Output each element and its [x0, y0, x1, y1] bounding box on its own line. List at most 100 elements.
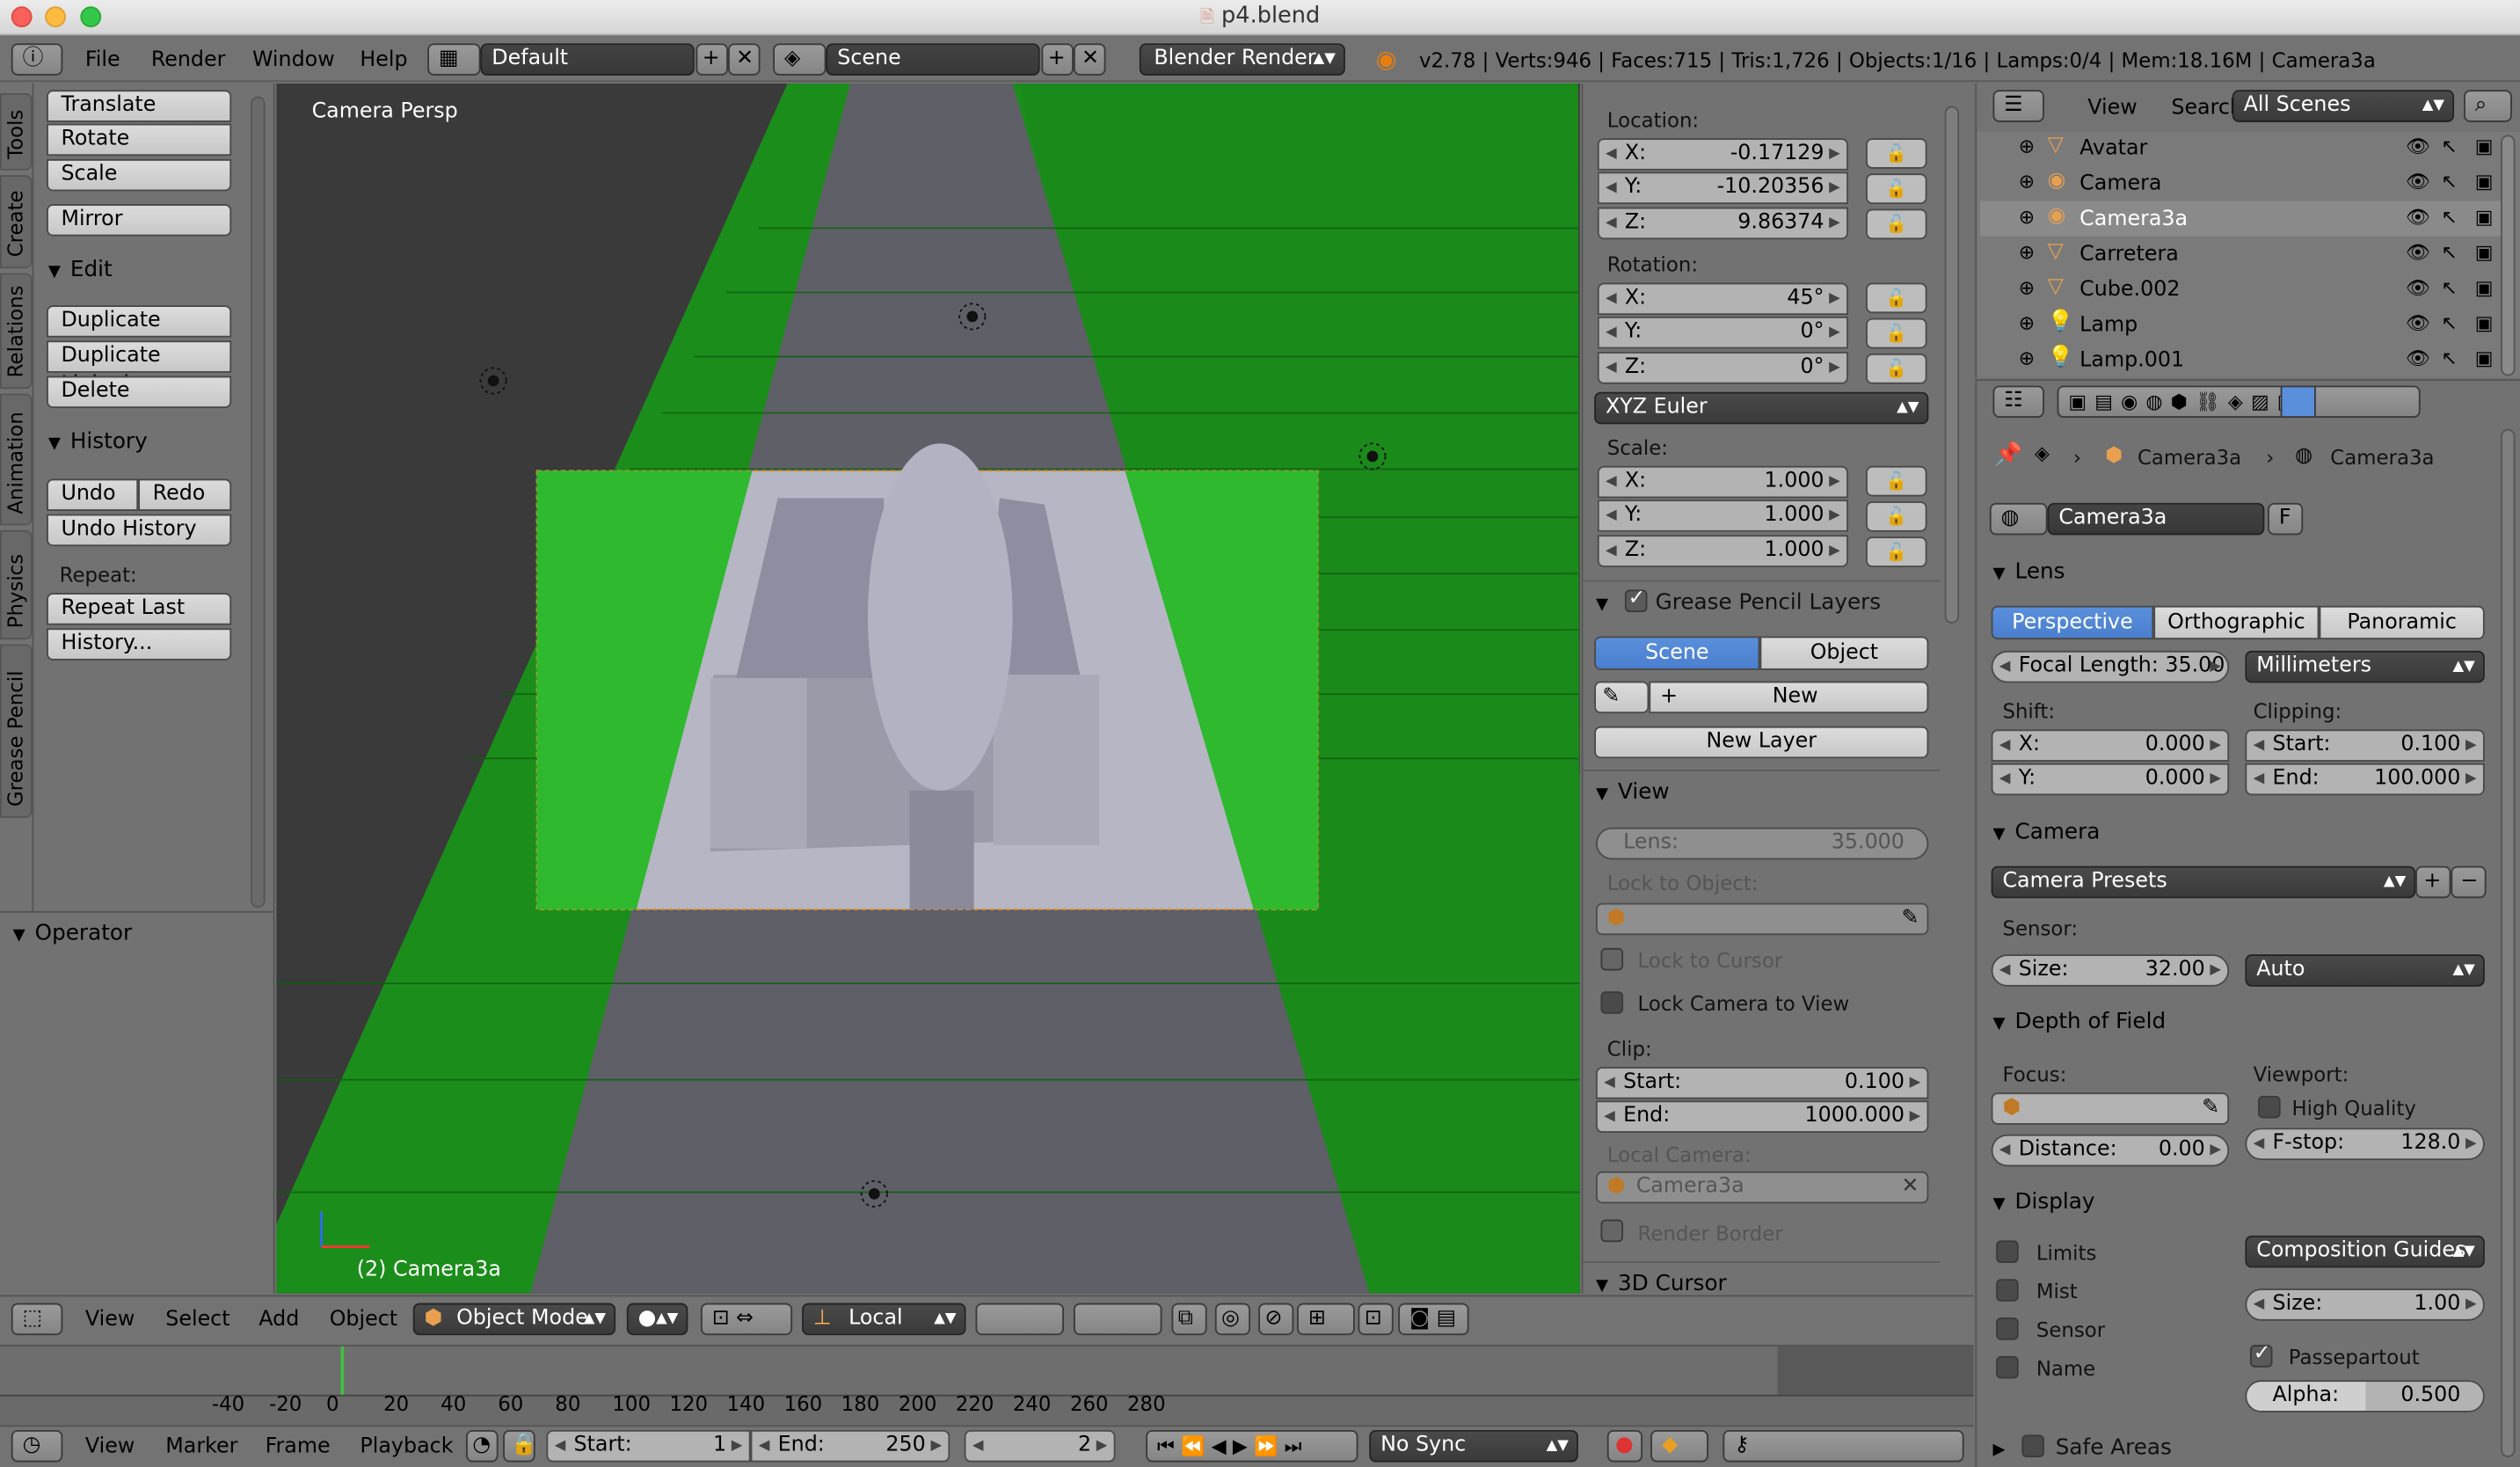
render-camera-icon[interactable]: ▣: [2475, 171, 2494, 193]
record-icon[interactable]: ●: [1606, 1429, 1643, 1463]
eye-icon[interactable]: 👁: [2406, 276, 2430, 299]
fake-user-button[interactable]: F: [2268, 502, 2304, 536]
lock-icon[interactable]: 🔓: [1866, 465, 1927, 497]
display-size-field[interactable]: ◀ Size: 1.00 ▶: [2245, 1288, 2485, 1321]
playback-controls[interactable]: ⏮⏪◀▶⏩⏭: [1146, 1429, 1358, 1463]
current-frame-field[interactable]: ◀ 2 ▶: [964, 1429, 1116, 1463]
toolshelf-scrollbar[interactable]: [251, 96, 266, 909]
tab-physics[interactable]: Physics: [0, 529, 33, 640]
expand-icon[interactable]: ⊕: [2019, 171, 2035, 193]
start-frame-field[interactable]: ◀ Start: 1 ▶: [546, 1429, 751, 1463]
lock-icon[interactable]: 🔓: [1866, 353, 1927, 384]
rotation-mode-select[interactable]: XYZ Euler ▲▼: [1594, 391, 1929, 425]
delete-button[interactable]: Delete: [47, 376, 232, 409]
menu-object[interactable]: Object: [330, 1308, 397, 1332]
eye-icon[interactable]: 👁: [2406, 171, 2430, 193]
tab-create[interactable]: Create: [0, 175, 33, 269]
outliner-item-cube-002[interactable]: ⊕ ▽ Cube.002 👁 ↖ ▣: [1980, 272, 2501, 307]
rotation-z-field[interactable]: ◀ Z: 0° ▶: [1597, 352, 1848, 384]
camera-datablock-field[interactable]: Camera3a: [2047, 502, 2265, 536]
sync-select[interactable]: No Sync ▲▼: [1369, 1429, 1578, 1463]
lock-icon[interactable]: 🔓: [1866, 138, 1927, 169]
camera-data-tab[interactable]: [2280, 385, 2316, 418]
lock-icon[interactable]: 🔓: [1866, 317, 1927, 349]
current-frame-cursor[interactable]: [340, 1346, 345, 1395]
clip-start-field[interactable]: ◀ Start: 0.100 ▶: [1596, 1067, 1929, 1099]
editor-type-properties-icon[interactable]: ☷: [1992, 385, 2044, 418]
cursor-select-icon[interactable]: ↖: [2441, 171, 2457, 193]
outliner-filter-select[interactable]: All Scenes ▲▼: [2232, 90, 2455, 122]
scale-z-field[interactable]: ◀ Z: 1.000 ▶: [1597, 535, 1848, 567]
tab-tools[interactable]: Tools: [0, 92, 33, 171]
outliner-item-lamp[interactable]: ⊕ 💡 Lamp 👁 ↖ ▣: [1980, 307, 2501, 342]
render-camera-icon[interactable]: ▣: [2475, 241, 2494, 264]
clip-end-field[interactable]: ◀ End: 1000.000 ▶: [1596, 1100, 1929, 1133]
clip-end-field[interactable]: ◀ End: 100.000 ▶: [2245, 763, 2485, 796]
focal-length-field[interactable]: ◀ Focal Length: 35.00 ▶: [1991, 650, 2230, 683]
viewport-shading-icon[interactable]: ● ▲▼: [626, 1303, 688, 1336]
tab-animation[interactable]: Animation: [0, 393, 33, 526]
render-opengl-icons[interactable]: ◙ ▤: [1398, 1303, 1469, 1336]
snap-target-icon[interactable]: ⊡: [1358, 1303, 1394, 1336]
passepartout-checkbox[interactable]: [2249, 1341, 2273, 1368]
location-z-field[interactable]: ◀ Z: 9.86374 ▶: [1597, 207, 1848, 240]
outliner-item-lamp-001[interactable]: ⊕ 💡 Lamp.001 👁 ↖ ▣: [1980, 342, 2501, 377]
focus-object-field[interactable]: ⬢ ✎: [1991, 1092, 2230, 1125]
menu-help[interactable]: Help: [360, 48, 407, 72]
pencil-icon[interactable]: ✎: [1594, 681, 1650, 714]
gp-scene-tab[interactable]: Scene: [1594, 636, 1760, 670]
name-checkbox[interactable]: [1996, 1355, 2019, 1379]
outliner-item-camera[interactable]: ⊕ ◉ Camera 👁 ↖ ▣: [1980, 165, 2501, 201]
undo-history-button[interactable]: Undo History: [47, 514, 232, 547]
safe-areas-checkbox[interactable]: [2021, 1434, 2044, 1457]
screen-layout-field[interactable]: Default: [480, 43, 695, 76]
camera-datablock-icon[interactable]: ◍: [1989, 502, 2048, 536]
context-tabs[interactable]: ▣▤◉◍⬢⛓◈▨▥: [2057, 385, 2421, 418]
lock-cursor-checkbox[interactable]: [1600, 947, 1624, 971]
display-panel-header[interactable]: ▼ Display: [1992, 1189, 2094, 1215]
menu-window[interactable]: Window: [252, 48, 335, 72]
remove-screen-icon[interactable]: ✕: [727, 43, 761, 76]
cursor-select-icon[interactable]: ↖: [2441, 135, 2457, 157]
lock-camera-checkbox[interactable]: [1600, 991, 1624, 1014]
expand-icon[interactable]: ⊕: [2019, 241, 2035, 264]
gp-object-tab[interactable]: Object: [1759, 636, 1929, 670]
fstop-field[interactable]: ◀ F-stop: 128.0 ▶: [2245, 1128, 2485, 1161]
snap-element-icon[interactable]: ⊞: [1297, 1303, 1355, 1336]
duplicate-button[interactable]: Duplicate: [47, 305, 232, 338]
grease-pencil-panel-header[interactable]: ▼: [1596, 589, 1618, 615]
menu-render[interactable]: Render: [151, 48, 226, 72]
properties-editor-scrollbar[interactable]: [2501, 428, 2516, 1457]
tab-grease-pencil[interactable]: Grease Pencil: [0, 644, 33, 818]
menu-view[interactable]: View: [2087, 97, 2137, 120]
sensor-fit-select[interactable]: Auto ▲▼: [2245, 954, 2485, 987]
location-y-field[interactable]: ◀ Y: -10.20356 ▶: [1597, 172, 1848, 205]
remove-scene-icon[interactable]: ✕: [1073, 43, 1106, 76]
menu-view[interactable]: View: [85, 1434, 135, 1458]
gp-new-layer-button[interactable]: New Layer: [1594, 726, 1929, 759]
remove-preset-icon[interactable]: −: [2451, 865, 2487, 899]
safe-areas-panel-header[interactable]: ▶: [1992, 1434, 2014, 1460]
expand-icon[interactable]: ⊕: [2019, 311, 2035, 334]
rotation-y-field[interactable]: ◀ Y: 0° ▶: [1597, 316, 1848, 349]
render-engine-select[interactable]: Blender Render ▲▼: [1139, 43, 1345, 76]
cursor-select-icon[interactable]: ↖: [2441, 241, 2457, 264]
lens-perspective-tab[interactable]: Perspective: [1991, 605, 2154, 640]
gp-new-button[interactable]: + New: [1649, 681, 1929, 714]
lock-icon[interactable]: 🔓: [1866, 500, 1927, 532]
passepartout-alpha-field[interactable]: Alpha: 0.500: [2245, 1380, 2485, 1412]
add-preset-icon[interactable]: +: [2415, 865, 2451, 899]
tab-relations[interactable]: Relations: [0, 273, 33, 390]
lens-panel-header[interactable]: ▼ Lens: [1992, 559, 2065, 585]
editor-type-3d-icon[interactable]: ⬚: [11, 1303, 63, 1336]
viewport-3d[interactable]: Camera Persp (2) Camera3a: [276, 83, 1580, 1294]
duplicate-linked-button[interactable]: Duplicate Linked: [47, 340, 232, 397]
expand-icon[interactable]: ⊕: [2019, 206, 2035, 229]
history-panel-header[interactable]: ▼ History: [48, 429, 148, 455]
local-camera-field[interactable]: ⬢ Camera3a ✕: [1596, 1171, 1929, 1204]
history-button[interactable]: History...: [47, 628, 232, 661]
keying-set-icon[interactable]: ◆: [1650, 1429, 1708, 1463]
render-border-checkbox[interactable]: [1600, 1219, 1624, 1243]
lens-panoramic-tab[interactable]: Panoramic: [2319, 605, 2485, 640]
cursor-select-icon[interactable]: ↖: [2441, 311, 2457, 334]
